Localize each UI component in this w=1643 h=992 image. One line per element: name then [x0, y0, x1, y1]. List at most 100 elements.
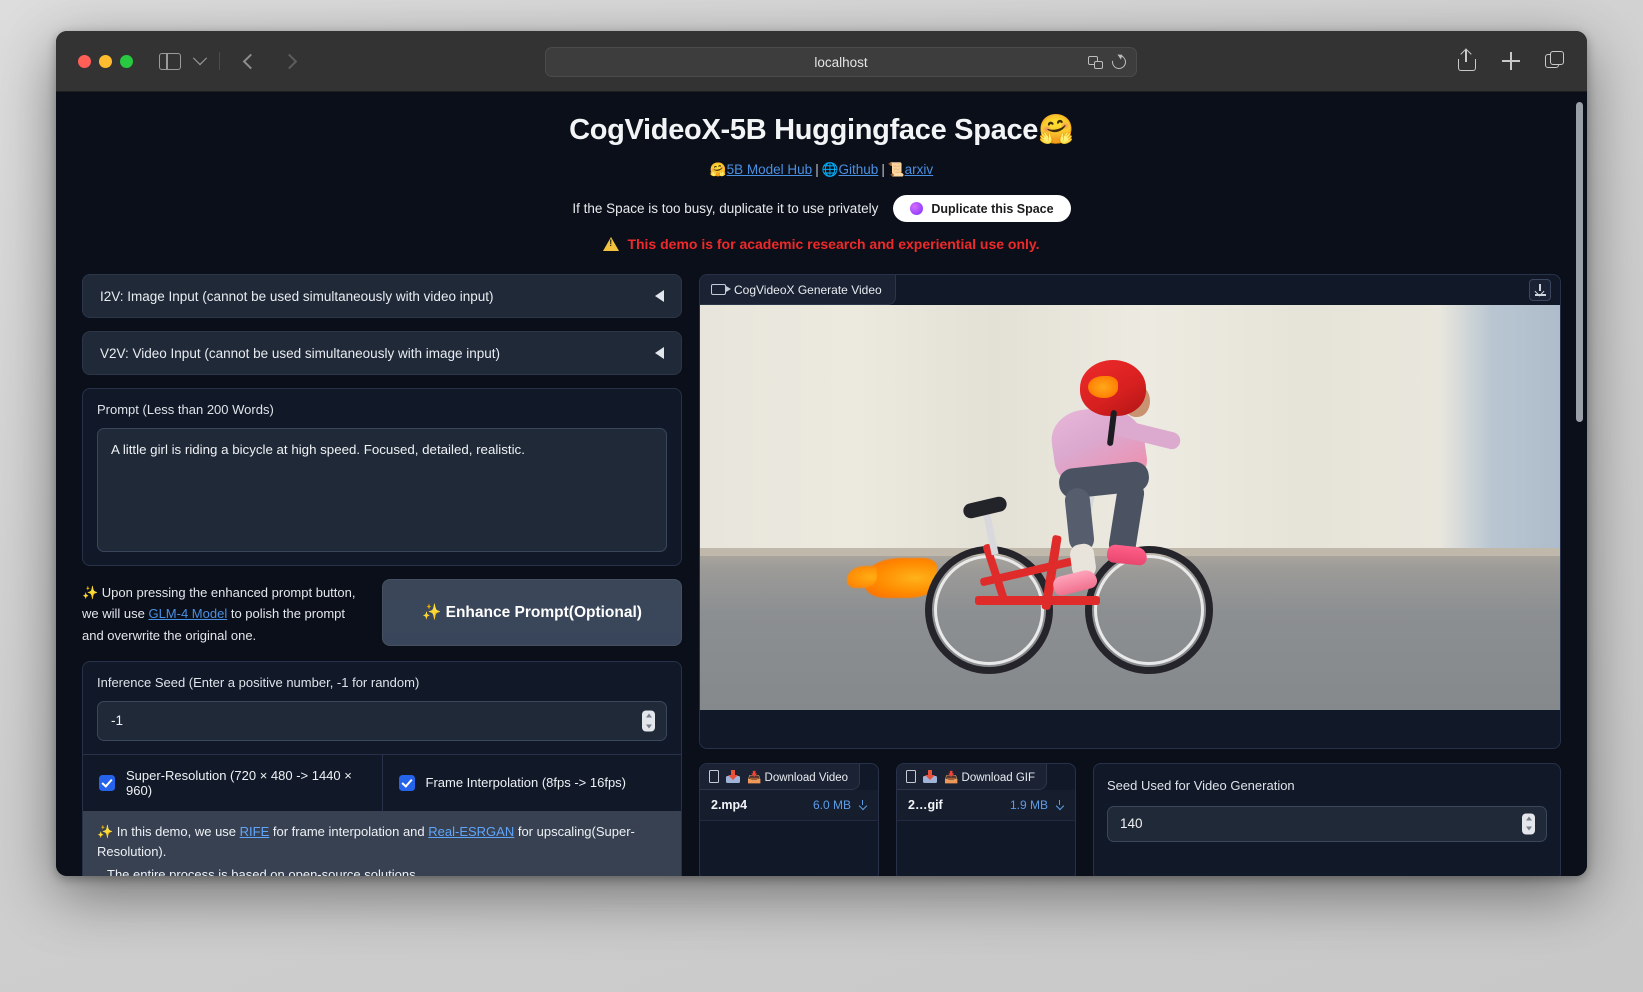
- video-card-label: CogVideoX Generate Video: [734, 282, 882, 297]
- video-card-footer: [700, 710, 1560, 748]
- link-glm4-model[interactable]: GLM-4 Model: [148, 606, 227, 621]
- page-scrollbar-thumb[interactable]: [1576, 102, 1583, 422]
- back-arrow-icon[interactable]: [242, 53, 259, 69]
- stepper-up-icon[interactable]: [645, 713, 652, 718]
- browser-titlebar: localhost: [56, 31, 1587, 92]
- huggingface-logo-icon: [910, 202, 924, 215]
- main-columns: I2V: Image Input (cannot be used simulta…: [56, 274, 1587, 876]
- download-gif-filename: 2…gif: [908, 798, 943, 812]
- download-gif-meta: 1.9 MB: [1010, 798, 1064, 812]
- download-video-filename: 2.mp4: [711, 798, 748, 812]
- inference-seed-stepper[interactable]: [642, 710, 655, 732]
- inference-seed-input[interactable]: -1: [97, 700, 667, 741]
- seed-used-card: Seed Used for Video Generation 140: [1093, 763, 1561, 876]
- duplicate-space-button[interactable]: Duplicate this Space: [893, 195, 1071, 222]
- bicycle-illustration: [847, 360, 1215, 690]
- prompt-input[interactable]: A little girl is riding a bicycle at hig…: [97, 428, 667, 552]
- download-video-filesize: 6.0 MB: [812, 798, 851, 812]
- checkbox-checked-icon[interactable]: [99, 774, 115, 791]
- link-rife[interactable]: RIFE: [240, 824, 270, 839]
- share-icon[interactable]: [1457, 50, 1477, 71]
- seed-used-label: Seed Used for Video Generation: [1107, 778, 1295, 793]
- download-video-file-row[interactable]: 2.mp4 6.0 MB: [700, 790, 878, 821]
- link-5b-model-hub[interactable]: 5B Model Hub: [727, 162, 813, 177]
- stepper-down-icon[interactable]: [1525, 826, 1532, 831]
- stepper-up-icon[interactable]: [1525, 816, 1532, 821]
- open-source-note: ✨ In this demo, we use RIFE for frame in…: [83, 810, 681, 876]
- window-controls[interactable]: [78, 54, 133, 68]
- toolbar-right-group: [1457, 50, 1565, 71]
- browser-window: localhost CogVideoX-5B Huggingface Space…: [56, 31, 1587, 876]
- close-window-button[interactable]: [78, 54, 91, 68]
- translate-icon[interactable]: [1088, 55, 1103, 69]
- accordion-i2v-image-input[interactable]: I2V: Image Input (cannot be used simulta…: [82, 274, 682, 318]
- seed-used-stepper[interactable]: [1522, 813, 1535, 835]
- download-gif-card-header: 📥 Download GIF: [897, 764, 1048, 790]
- right-column: CogVideoX Generate Video 📥 Download Vide…: [699, 274, 1561, 876]
- video-card-tag: CogVideoX Generate Video: [700, 275, 896, 305]
- page-content: CogVideoX-5B Huggingface Space🤗 🤗5B Mode…: [56, 92, 1587, 876]
- video-card-header: CogVideoX Generate Video: [700, 275, 1560, 305]
- seed-used-value: 140: [1120, 816, 1143, 832]
- toolbar-divider: [219, 52, 220, 70]
- address-bar[interactable]: localhost: [545, 47, 1137, 77]
- outputs-row: 📥 Download Video 2.mp4 6.0 MB 📥 Download…: [699, 763, 1561, 876]
- checkbox-checked-icon[interactable]: [398, 774, 415, 791]
- inference-seed-value: -1: [111, 713, 124, 729]
- minimize-window-button[interactable]: [99, 54, 112, 68]
- link-separator-2: |: [881, 162, 885, 177]
- maximize-window-button[interactable]: [120, 54, 133, 68]
- download-gif-file-row[interactable]: 2…gif 1.9 MB: [897, 790, 1075, 821]
- address-bar-actions: [1088, 52, 1129, 72]
- download-icon[interactable]: [858, 799, 867, 811]
- forward-arrow-icon: [281, 53, 298, 69]
- checkbox-super-resolution-label: Super-Resolution (720 × 480 -> 1440 × 96…: [126, 767, 352, 798]
- link-arxiv[interactable]: arxiv: [905, 162, 934, 177]
- duplicate-space-button-label: Duplicate this Space: [931, 201, 1054, 216]
- enhance-prompt-note: ✨ Upon pressing the enhanced prompt butt…: [82, 579, 366, 646]
- enhance-prompt-button[interactable]: ✨ Enhance Prompt(Optional): [382, 579, 682, 646]
- seed-used-input[interactable]: 140: [1107, 805, 1547, 842]
- file-icon: [709, 770, 719, 783]
- download-icon[interactable]: [1055, 799, 1064, 811]
- triangle-left-icon: [655, 347, 664, 359]
- file-icon: [906, 770, 916, 783]
- prompt-label: Prompt (Less than 200 Words): [97, 402, 274, 417]
- inbox-tray-icon: [726, 770, 740, 783]
- rider-helmet: [1080, 360, 1146, 416]
- page-scrollbar-track[interactable]: [1576, 96, 1585, 872]
- warning-triangle-icon: [603, 237, 620, 251]
- stepper-down-icon[interactable]: [645, 724, 652, 729]
- download-video-card: 📥 Download Video 2.mp4 6.0 MB: [699, 763, 879, 876]
- url-text: localhost: [814, 54, 868, 70]
- download-gif-card: 📥 Download GIF 2…gif 1.9 MB: [896, 763, 1076, 876]
- chevron-down-icon[interactable]: [192, 51, 208, 66]
- download-video-icon-button[interactable]: [1529, 279, 1551, 301]
- link-github[interactable]: Github: [839, 162, 879, 177]
- tabs-icon[interactable]: [1545, 51, 1565, 71]
- rider-shoe-back: [1051, 567, 1099, 598]
- checkbox-frame-interpolation-label: Frame Interpolation (8fps -> 16fps): [425, 775, 627, 791]
- triangle-left-icon: [655, 290, 664, 302]
- inference-seed-label: Inference Seed (Enter a positive number,…: [97, 674, 420, 690]
- checkbox-super-resolution[interactable]: Super-Resolution (720 × 480 -> 1440 × 96…: [83, 755, 382, 811]
- checkbox-frame-interpolation[interactable]: Frame Interpolation (8fps -> 16fps): [381, 754, 682, 811]
- options-checkbox-row: Super-Resolution (720 × 480 -> 1440 × 96…: [83, 753, 682, 811]
- accordion-v2v-label: V2V: Video Input (cannot be used simulta…: [100, 345, 500, 361]
- inference-seed-panel: Inference Seed (Enter a positive number,…: [82, 660, 682, 876]
- sidebar-icon[interactable]: [159, 52, 181, 70]
- note-line2: The entire process is based on open-sour…: [107, 867, 420, 876]
- link-real-esrgan[interactable]: Real-ESRGAN: [428, 824, 514, 839]
- prompt-panel: Prompt (Less than 200 Words) A little gi…: [82, 388, 682, 566]
- page-title: CogVideoX-5B Huggingface Space🤗: [569, 114, 1074, 146]
- video-preview-frame[interactable]: [700, 305, 1560, 710]
- toolbar-left-group: [159, 51, 306, 70]
- reload-icon[interactable]: [1109, 52, 1129, 72]
- accordion-i2v-label: I2V: Image Input (cannot be used simulta…: [100, 288, 494, 304]
- accordion-v2v-video-input[interactable]: V2V: Video Input (cannot be used simulta…: [82, 331, 682, 375]
- flame-decoration: [847, 558, 937, 598]
- plus-icon[interactable]: [1501, 51, 1521, 71]
- warning-banner: This demo is for academic research and e…: [56, 236, 1587, 252]
- download-gif-card-label: 📥 Download GIF: [944, 771, 1036, 784]
- link-separator-1: |: [815, 162, 819, 177]
